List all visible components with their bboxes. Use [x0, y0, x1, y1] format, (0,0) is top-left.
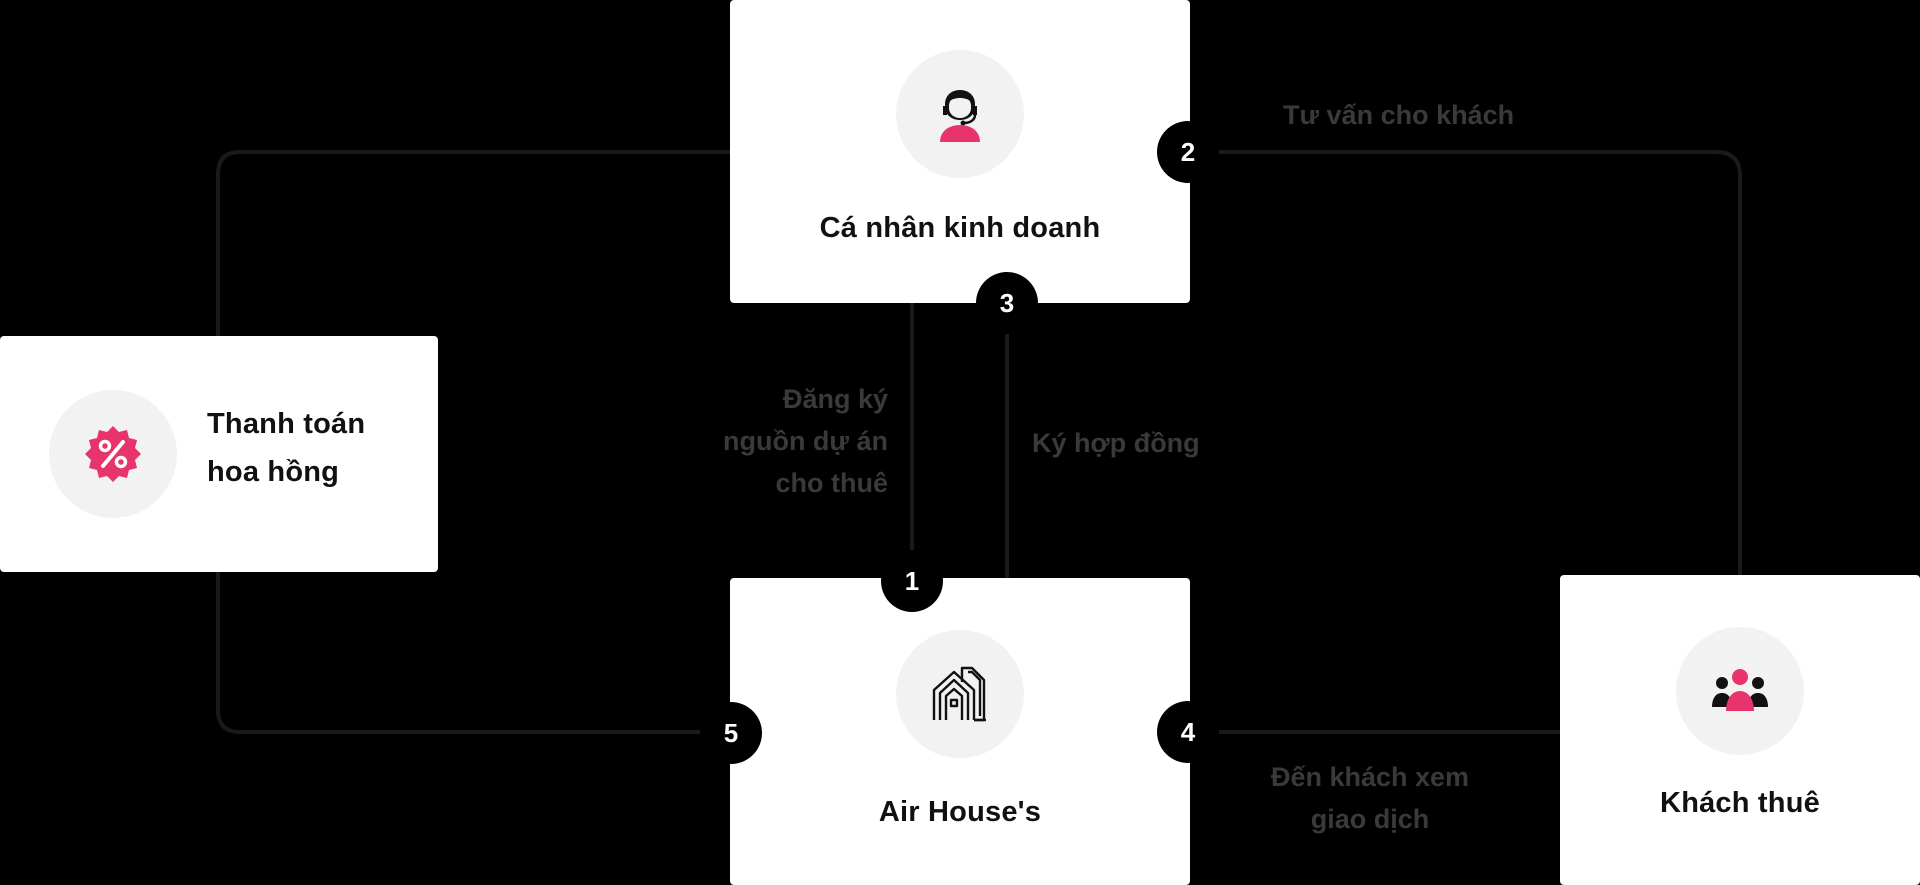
step-badge-3: 3: [979, 275, 1035, 331]
label-step1-line: nguồn dự án: [722, 426, 888, 456]
wire-canhan-khachthue: [1188, 150, 1742, 576]
icon-bg: [896, 630, 1024, 758]
step-badge-4: 4: [1160, 704, 1216, 760]
node-thanh-toan-hoa-hong: Thanh toán hoa hồng: [0, 336, 438, 572]
node-title-line2: hoa hồng: [207, 456, 340, 488]
label-step1-line: cho thuê: [775, 468, 889, 498]
label-step4-line: Đến khách xem: [1270, 762, 1470, 792]
label-step3: Ký hợp đồng: [1032, 428, 1200, 458]
wire-canhan-thanhtoan: [216, 150, 732, 338]
percent-badge-icon: [85, 426, 141, 482]
label-step4-line: giao dịch: [1310, 804, 1430, 834]
house-building-icon: [932, 666, 986, 722]
step-badge-2: 2: [1160, 124, 1216, 180]
label-step2: Tư vấn cho khách: [1283, 100, 1515, 130]
icon-bg: [896, 50, 1024, 178]
step-badge-1: 1: [884, 553, 940, 609]
node-title: Khách thuê: [1660, 787, 1820, 819]
label-step1: Đăng ký nguồn dự án cho thuê: [723, 378, 888, 504]
people-group-icon: [1712, 669, 1768, 711]
label-step4: Đến khách xem giao dịch: [1255, 756, 1485, 840]
node-ca-nhan-kinh-doanh: Cá nhân kinh doanh: [730, 0, 1190, 303]
icon-bg: [49, 390, 177, 518]
label-step1-line: Đăng ký: [782, 384, 888, 414]
node-title-line1: Thanh toán: [207, 408, 366, 440]
node-title: Cá nhân kinh doanh: [819, 212, 1101, 244]
step-badge-5: 5: [703, 705, 759, 761]
node-title: Air House's: [878, 796, 1042, 828]
node-khach-thue: Khách thuê: [1560, 575, 1920, 885]
node-air-house: Air House's: [730, 578, 1190, 885]
support-agent-icon: [940, 90, 980, 142]
wire-airhouse-thanhtoan: [216, 570, 732, 734]
icon-bg: [1676, 627, 1804, 755]
